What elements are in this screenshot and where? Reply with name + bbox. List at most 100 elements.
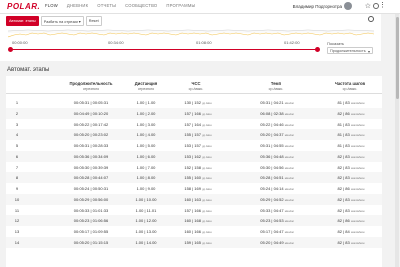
lap-cadence-avg: 81 xyxy=(337,132,342,138)
lap-hr-max: 158 xyxy=(194,164,201,170)
lap-duration: 00:05:24 | 00:50:31 xyxy=(73,186,109,191)
lap-distance-value: 1.00 xyxy=(135,207,144,213)
lap-pace-max: 04:51 xyxy=(273,175,284,181)
table-row: 6 00:05:36 | 00:34:09 1.00 | 6.00 153 | 162… xyxy=(6,150,382,162)
user-name[interactable]: Владимир Подгорнотра xyxy=(293,4,342,9)
lap-duration-value: 00:05:20 xyxy=(73,132,90,138)
lap-pace-avg: 06:08 xyxy=(260,110,271,116)
lap-pace-max: 04:56 xyxy=(273,164,284,170)
lap-distance: 1.00 | 3.00 xyxy=(136,121,156,127)
lap-hr-avg: 160 xyxy=(184,229,192,234)
lap-distance: 1.00 | 14.00 xyxy=(135,239,157,245)
lap-cumulative-distance: 7.00 xyxy=(147,164,156,170)
lap-hr-avg: 153 xyxy=(184,143,192,148)
lap-heart-rate: 160 | 166 уд./мин xyxy=(184,229,212,234)
nav-flow[interactable]: FLOW xyxy=(45,3,58,8)
lap-number: 5 xyxy=(15,143,19,148)
metric-select-value: Продолжительность xyxy=(330,49,366,54)
lap-hr-avg: 152 xyxy=(184,164,192,170)
scrollbar-thumb[interactable] xyxy=(395,17,399,99)
lap-hr-max: 169 xyxy=(194,186,201,191)
lap-cadence-max: 83 xyxy=(345,164,350,170)
table-row: 12 00:05:23 | 01:06:56 1.00 | 12.00 160 | 1… xyxy=(6,215,382,226)
lap-pace: 05:36 | 04:48 мин/км xyxy=(260,153,294,159)
lap-duration-value: 00:05:24 xyxy=(73,186,90,191)
nav-diary[interactable]: ДНЕВНИК xyxy=(67,3,88,8)
lap-number: 12 xyxy=(14,218,20,224)
lap-heart-rate: 160 | 168 уд./мин xyxy=(184,218,212,224)
range-end-handle[interactable] xyxy=(315,47,320,52)
lap-duration-value: 00:05:31 xyxy=(73,143,90,148)
hr-unit: уд./мин xyxy=(202,187,212,191)
pace-unit: мин/км xyxy=(284,122,294,127)
show-label: Показать xyxy=(327,41,345,46)
table-row: 5 00:05:31 | 00:28:33 1.00 | 5.00 153 | 157… xyxy=(6,140,382,151)
avatar[interactable] xyxy=(344,2,352,10)
lap-cadence-max: 83 xyxy=(345,207,350,213)
lap-pace-max: 04:49 xyxy=(273,239,284,245)
lap-heart-rate: 157 | 166 уд./мин xyxy=(184,110,212,116)
cadence-unit: шагов/мин xyxy=(350,154,365,159)
lap-duration: 00:05:31 | 00:28:33 xyxy=(73,143,109,148)
lap-pace-max: 04:47 xyxy=(273,207,284,213)
lap-pace-max: 04:21 xyxy=(273,100,284,105)
lap-duration: 00:05:22 | 00:17:42 xyxy=(73,121,109,127)
chart-settings-icon[interactable] xyxy=(368,16,374,22)
lap-distance: 1.00 | 8.00 xyxy=(136,175,156,181)
lap-cumulative-distance: 2.00 xyxy=(147,110,156,116)
lap-cadence: 81 | 83 шагов/мин xyxy=(337,100,365,105)
header-duration-sub: отрезного xyxy=(82,87,100,91)
lap-heart-rate: 157 | 164 уд./мин xyxy=(184,121,212,127)
timeline-axis: 00:00:00 00:34:00 01:08:00 01:42:00 xyxy=(8,40,358,45)
lap-pace: 05:31 | 04:21 мин/км xyxy=(260,100,294,105)
nav-programs[interactable]: ПРОГРАММЫ xyxy=(166,3,195,8)
lap-distance: 1.00 | 6.00 xyxy=(136,153,156,159)
lap-pace-avg: 05:31 xyxy=(260,143,271,148)
lap-cadence-avg: 82 xyxy=(337,239,342,245)
more-icon[interactable]: ⋮ xyxy=(379,1,386,9)
pace-unit: мин/км xyxy=(284,240,294,245)
nav-reports[interactable]: ОТЧЕТЫ xyxy=(97,3,116,8)
lap-cadence-max: 83 xyxy=(345,143,350,148)
lap-cadence: 82 | 86 шагов/мин xyxy=(337,110,365,116)
cadence-unit: шагов/мин xyxy=(350,208,365,213)
header-pace-sub: ср./макс. xyxy=(268,87,284,91)
lap-pace-avg: 05:23 xyxy=(260,218,271,224)
lap-cadence: 81 | 83 шагов/мин xyxy=(337,143,365,148)
pace-unit: мин/км xyxy=(284,208,294,213)
lap-pace-avg: 05:20 xyxy=(260,239,271,245)
range-slider[interactable] xyxy=(8,47,320,52)
lap-pace-avg: 05:17 xyxy=(260,229,271,234)
header-hr: ЧСС xyxy=(191,81,201,86)
hr-unit: уд./мин xyxy=(202,165,212,170)
lap-hr-max: 152 xyxy=(194,100,201,105)
lap-heart-rate: 153 | 157 уд./мин xyxy=(184,143,212,148)
lap-cadence-max: 83 xyxy=(345,175,350,181)
range-start-handle[interactable] xyxy=(8,47,13,52)
lap-cadence-avg: 82 xyxy=(337,186,342,191)
table-row: 9 00:05:24 | 00:50:31 1.00 | 9.00 158 | 169… xyxy=(6,183,382,194)
pace-unit: мин/км xyxy=(284,111,294,116)
lap-duration: 00:05:36 | 00:34:09 xyxy=(73,153,109,159)
lap-pace: 05:28 | 04:51 мин/км xyxy=(260,175,294,181)
star-icon[interactable]: ☆ xyxy=(365,2,371,10)
table-row: 14 00:05:20 | 01:15:15 1.00 | 14.00 159 | 1… xyxy=(6,236,382,248)
lap-hr-max: 166 xyxy=(194,110,201,116)
lap-number: 3 xyxy=(15,121,19,127)
tab-split-label: Разбить на отрезки xyxy=(43,19,78,24)
polar-logo[interactable]: POLAR. xyxy=(7,2,40,11)
cadence-unit: шагов/мин xyxy=(350,187,365,191)
lap-distance: 1.00 | 1.00 xyxy=(136,100,156,105)
table-row: 7 00:05:30 | 00:39:39 1.00 | 7.00 152 | 158… xyxy=(6,162,382,173)
lap-hr-max: 157 xyxy=(194,132,201,138)
header-cadence: Частота шагов xyxy=(334,81,366,86)
table-row: 13 00:05:17 | 01:09:55 1.00 | 13.00 160 | 1… xyxy=(6,226,382,237)
page-scrollbar[interactable] xyxy=(395,14,399,267)
lap-duration: 00:05:33 | 01:01:33 xyxy=(73,207,109,213)
nav-community[interactable]: СООБЩЕСТВО xyxy=(125,3,157,8)
metric-select[interactable]: Продолжительность ▾ xyxy=(327,47,373,54)
lap-hr-avg: 155 xyxy=(184,132,192,138)
lap-duration-value: 00:05:30 xyxy=(73,164,90,170)
hr-unit: уд./мин xyxy=(202,122,212,127)
hr-unit: уд./мин xyxy=(202,133,212,138)
